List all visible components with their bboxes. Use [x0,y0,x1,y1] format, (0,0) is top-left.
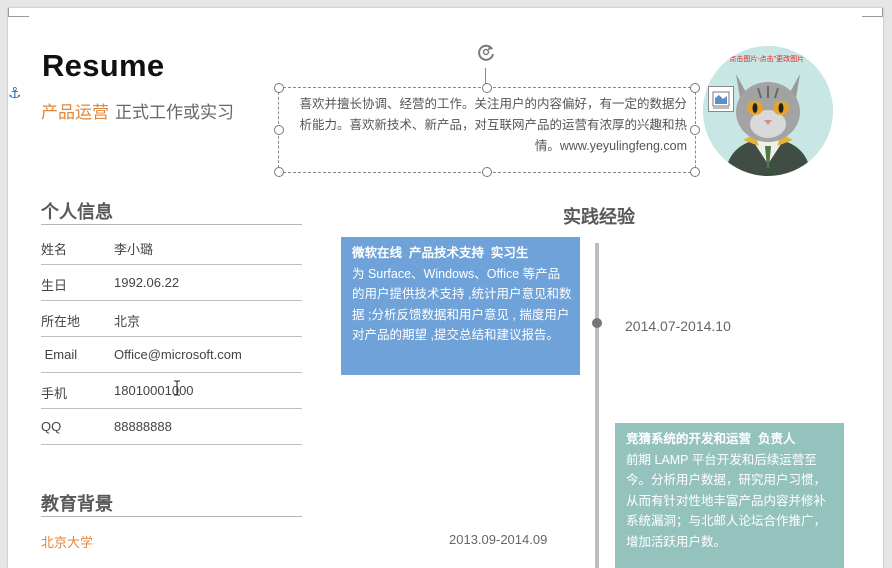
info-row-location: 所在地 北京 [41,301,302,337]
info-value[interactable]: Office@microsoft.com [114,347,242,362]
info-row-email: Email Office@microsoft.com [41,337,302,373]
job-type-text: 正式工作或实习 [115,103,234,122]
layout-options-icon[interactable] [708,86,734,112]
intro-text[interactable]: 喜欢并擅长协调、经营的工作。关注用户的内容偏好，有一定的数据分析能力。喜欢新技术… [295,94,687,157]
info-row-qq: QQ 88888888 [41,409,302,445]
subtitle: 产品运营 正式工作或实习 [41,98,234,123]
avatar-overlay-text: 点击图片-点击"更改图片" [729,56,807,63]
page-corner-mark [862,8,883,17]
rotate-handle-icon[interactable] [475,41,497,63]
experience-date[interactable]: 2014.07-2014.10 [625,318,731,334]
experience-card-body: 为 Surface、Windows、Office 等产品的用户提供技术支持 ,统… [352,266,572,343]
experience-card-2[interactable]: 竞猜系统的开发和运营 负责人 前期 LAMP 平台开发和后续运营至今。分析用户数… [615,423,844,568]
info-row-phone: 手机 18010001000 [41,373,302,409]
experience-card-body: 前期 LAMP 平台开发和后续运营至今。分析用户数据，研究用户习惯，从而有针对性… [626,452,827,549]
info-value[interactable]: 18010001000 [114,383,194,398]
info-value[interactable]: 88888888 [114,419,172,434]
education-heading: 教育背景 [41,494,113,514]
info-value[interactable]: 北京 [114,311,140,330]
resize-handle-top-left[interactable] [274,83,284,93]
resize-handle-bottom[interactable] [482,167,492,177]
experience-heading: 实践经验 [563,207,635,227]
section-divider [41,224,302,225]
info-value[interactable]: 李小璐 [114,239,153,258]
intro-textbox[interactable]: 喜欢并擅长协调、经营的工作。关注用户的内容偏好，有一定的数据分析能力。喜欢新技术… [274,83,700,177]
info-label: Email [41,347,78,362]
resize-handle-top-right[interactable] [690,83,700,93]
resize-handle-bottom-left[interactable] [274,167,284,177]
resume-title: Resume [42,48,165,83]
timeline-line [595,243,599,568]
info-label: 姓名 [41,242,68,257]
role-text: 产品运营 [41,103,109,122]
resize-handle-left[interactable] [274,125,284,135]
info-label: 所在地 [41,314,81,329]
anchor-icon[interactable]: ⚓ [8,84,21,102]
experience-card-heading: 微软在线 产品技术支持 实习生 [352,246,529,260]
info-row-name: 姓名 李小璐 [41,229,302,265]
text-cursor-icon [174,380,180,396]
resize-handle-top[interactable] [482,83,492,93]
info-label: 生日 [41,278,68,293]
education-date[interactable]: 2013.09-2014.09 [449,532,547,547]
timeline-dot [592,318,602,328]
info-value[interactable]: 1992.06.22 [114,275,179,290]
experience-card-1[interactable]: 微软在线 产品技术支持 实习生 为 Surface、Windows、Office… [341,237,580,375]
info-label: QQ [41,419,62,434]
info-row-birthday: 生日 1992.06.22 [41,265,302,301]
personal-info-heading: 个人信息 [41,202,113,222]
resize-handle-bottom-right[interactable] [690,167,700,177]
resize-handle-right[interactable] [690,125,700,135]
section-divider [41,516,302,517]
info-label: 手机 [41,386,68,401]
experience-card-heading: 竞猜系统的开发和运营 负责人 [626,432,796,446]
page-corner-mark [8,8,29,17]
resume-page: ⚓ Resume 产品运营 正式工作或实习 喜欢并擅长协调、经营的工作。关注用户的… [8,8,883,568]
education-school[interactable]: 北京大学 [41,532,93,551]
